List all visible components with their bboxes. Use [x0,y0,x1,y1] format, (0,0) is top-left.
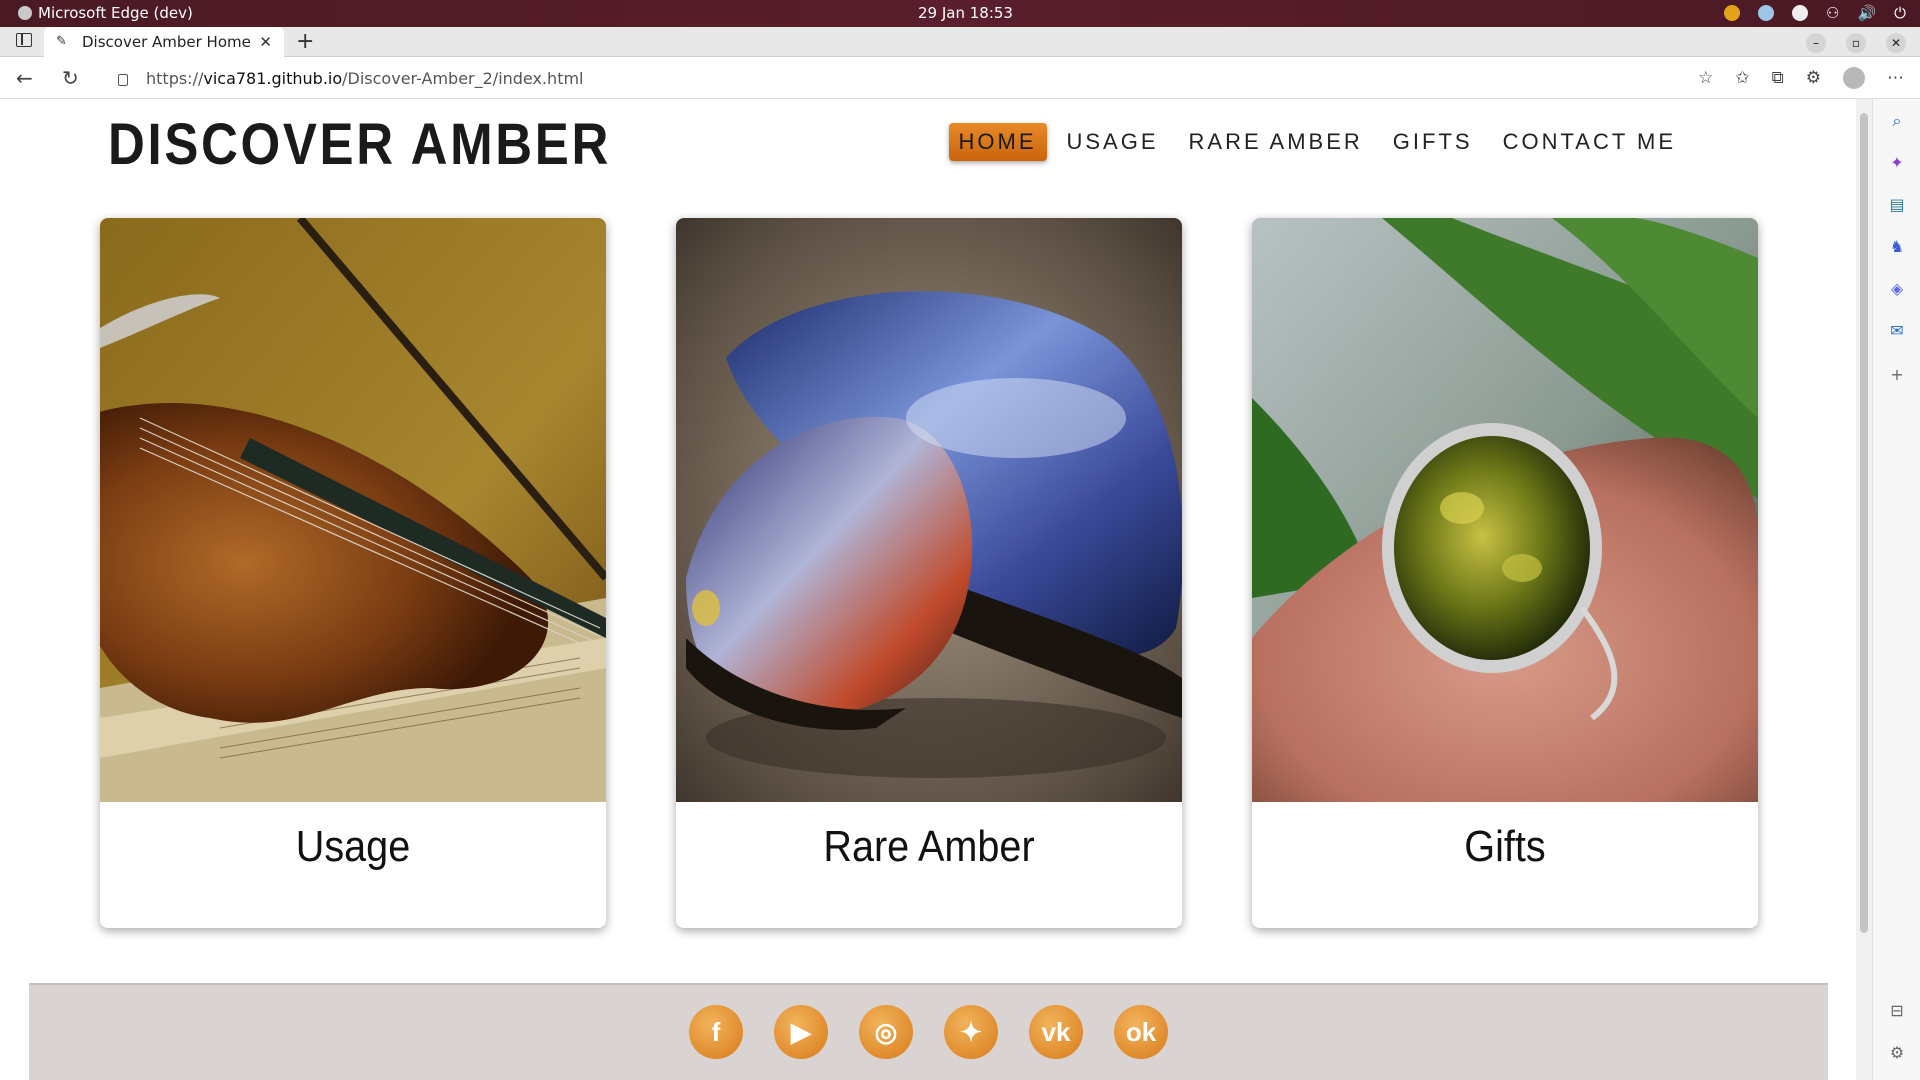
network-icon[interactable]: ⚇ [1826,4,1839,22]
slack-tray-icon[interactable] [1757,5,1774,21]
url-scheme: https:// [146,68,204,88]
card-title-rare-amber[interactable]: Rare Amber [701,822,1156,872]
profile-avatar[interactable] [1843,67,1865,89]
vk-icon[interactable]: vk [1029,1005,1083,1059]
os-top-bar: Microsoft Edge (dev) 29 Jan 18:53 ⚇ 🔊 ⏻ [0,0,1920,27]
odnoklassniki-icon[interactable]: ok [1114,1005,1168,1059]
page-scrollbar[interactable] [1856,99,1872,1080]
os-app-name: Microsoft Edge (dev) [38,4,193,22]
url-text[interactable]: https://vica781.github.io/Discover-Amber… [146,69,584,88]
lock-icon[interactable] [118,74,128,86]
violin-image [100,218,606,802]
card-rare-amber[interactable]: Rare Amber [676,218,1182,928]
back-icon[interactable]: ← [16,66,33,90]
twitter-icon[interactable]: ✦ [944,1005,998,1059]
url-path: /Discover-Amber_2/index.html [342,68,584,88]
edge-sidebar: ⌕ ✦ ▤ ♞ ◈ ✉ + ⊟ ⚙ [1872,99,1920,1080]
card-usage[interactable]: Usage [100,218,606,928]
collections-icon[interactable]: ⧉ [1772,68,1784,88]
os-tray[interactable]: ⚇ 🔊 ⏻ [1723,4,1906,22]
tab-close-icon[interactable]: ✕ [259,33,272,51]
office-icon[interactable]: ◈ [1887,279,1907,299]
tools-icon[interactable]: ▤ [1887,195,1907,215]
sidebar-settings-icon[interactable]: ⚙ [1887,1043,1907,1063]
instagram-icon[interactable]: ◎ [859,1005,913,1059]
nav-usage[interactable]: USAGE [1057,123,1169,161]
refresh-icon[interactable]: ↻ [62,66,79,90]
minimize-button[interactable]: – [1806,33,1826,53]
scrollbar-thumb[interactable] [1860,113,1868,933]
copilot-icon[interactable]: ✦ [1887,153,1907,173]
url-host: vica781.github.io [203,68,343,88]
browser-toolbar: ← ↻ https://vica781.github.io/Discover-A… [0,57,1920,99]
card-title-usage[interactable]: Usage [125,822,580,872]
chat-tray-icon[interactable] [1791,5,1808,21]
outlook-icon[interactable]: ✉ [1887,321,1907,341]
blue-amber-image [676,218,1182,802]
site-footer: f ▶ ◎ ✦ vk ok [29,983,1828,1080]
tab-actions-icon[interactable] [16,33,32,47]
nav-gifts[interactable]: GIFTS [1383,123,1483,161]
card-gifts[interactable]: Gifts [1252,218,1758,928]
hide-sidebar-icon[interactable]: ⊟ [1887,1001,1907,1021]
youtube-icon[interactable]: ▶ [774,1005,828,1059]
tab-title: Discover Amber Home [82,33,251,51]
close-window-button[interactable]: ✕ [1886,33,1906,53]
browser-tab-strip: ✎ Discover Amber Home ✕ + – ▫ ✕ [0,27,1920,57]
new-tab-button[interactable]: + [296,29,314,54]
tab-favicon-icon: ✎ [56,34,67,49]
facebook-icon[interactable]: f [689,1005,743,1059]
extensions-icon[interactable]: ⚙ [1806,68,1821,88]
more-menu-icon[interactable]: ⋯ [1887,68,1904,88]
toolbar-icons: ☆ ✩ ⧉ ⚙ ⋯ [1698,67,1904,89]
social-links: f ▶ ◎ ✦ vk ok [689,1005,1168,1059]
games-icon[interactable]: ♞ [1887,237,1907,257]
nav-rare-amber[interactable]: RARE AMBER [1179,123,1373,161]
edge-app-icon [18,6,32,20]
nav-home[interactable]: HOME [948,123,1047,161]
amber-ring-image [1252,218,1758,802]
os-active-app[interactable]: Microsoft Edge (dev) [18,4,193,22]
favorites-icon[interactable]: ✩ [1735,68,1749,88]
nav-contact-me[interactable]: CONTACT ME [1493,123,1686,161]
add-favorite-icon[interactable]: ☆ [1698,68,1713,88]
maximize-button[interactable]: ▫ [1846,33,1866,53]
address-bar[interactable]: https://vica781.github.io/Discover-Amber… [104,62,1664,94]
site-nav: HOME USAGE RARE AMBER GIFTS CONTACT ME [948,123,1687,161]
browser-tab-active[interactable]: ✎ Discover Amber Home ✕ [44,27,284,57]
card-title-gifts[interactable]: Gifts [1277,822,1732,872]
web-page: DISCOVER AMBER HOME USAGE RARE AMBER GIF… [0,99,1856,1080]
site-logo[interactable]: DISCOVER AMBER [108,111,611,178]
volume-icon[interactable]: 🔊 [1857,4,1876,22]
search-icon[interactable]: ⌕ [1887,111,1907,131]
add-sidebar-app-icon[interactable]: + [1887,365,1907,385]
os-clock[interactable]: 29 Jan 18:53 [918,4,1013,22]
power-icon[interactable]: ⏻ [1894,4,1906,22]
chrome-tray-icon[interactable] [1723,5,1740,21]
